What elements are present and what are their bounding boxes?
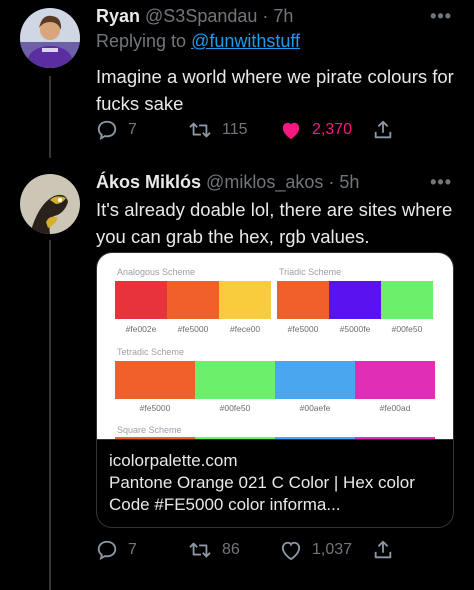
tweet-akos[interactable]: Ákos Miklós @miklos_akos · 5h ••• It's a… (0, 160, 474, 590)
hex-label: #5000fe (339, 324, 371, 334)
display-name[interactable]: Ákos Miklós (96, 172, 201, 192)
tweet-text: Imagine a world where we pirate colours … (96, 66, 454, 114)
color-swatch (115, 281, 167, 319)
retweet-icon (189, 122, 211, 138)
separator-dot: · (262, 6, 269, 26)
color-swatch (329, 281, 381, 319)
retweet-count: 86 (222, 541, 240, 558)
tweet-actions: 7 115 2,370 (96, 117, 396, 143)
timestamp[interactable]: 5h (339, 172, 359, 192)
reply-count: 7 (128, 121, 137, 138)
timestamp[interactable]: 7h (273, 6, 293, 26)
more-options-icon[interactable]: ••• (430, 172, 452, 193)
scheme-title: Tetradic Scheme (117, 347, 185, 357)
like-count: 1,037 (312, 541, 353, 558)
reply-icon (97, 540, 117, 561)
retweet-icon (189, 542, 211, 558)
link-preview-card[interactable]: Analogous Scheme Triadic Scheme #fe002e … (96, 252, 454, 528)
tweet-ryan[interactable]: Ryan @S3Spandau · 7h ••• Replying to @fu… (0, 0, 474, 160)
card-domain: icolorpalette.com (109, 451, 238, 470)
scheme-title: Analogous Scheme (117, 267, 196, 277)
replying-to-link[interactable]: @funwithstuff (191, 31, 300, 51)
like-button[interactable]: 2,370 (280, 117, 352, 143)
hex-label: #00fe50 (391, 324, 423, 334)
like-button[interactable]: 1,037 (280, 537, 352, 563)
separator-dot: · (328, 172, 335, 192)
avatar[interactable] (20, 174, 80, 234)
avatar[interactable] (20, 8, 80, 68)
hex-label: #fe002e (125, 324, 157, 334)
more-options-icon[interactable]: ••• (430, 6, 452, 27)
share-icon (374, 120, 392, 139)
tweet-header: Ákos Miklós @miklos_akos · 5h (96, 172, 359, 193)
color-swatch (167, 281, 219, 319)
tweet-actions: 7 86 1,037 (96, 537, 396, 563)
user-handle[interactable]: @S3Spandau (145, 6, 257, 26)
hex-label: #00fe50 (219, 403, 251, 413)
user-handle[interactable]: @miklos_akos (206, 172, 323, 192)
hex-label: #00aefe (299, 403, 331, 413)
display-name[interactable]: Ryan (96, 6, 140, 26)
replying-to: Replying to @funwithstuff (96, 31, 300, 52)
hex-label: #fece00 (229, 324, 261, 334)
color-swatch (275, 361, 355, 399)
retweet-count: 115 (222, 121, 248, 138)
color-swatch (115, 361, 195, 399)
scheme-title: Square Scheme (117, 425, 182, 435)
color-swatch (381, 281, 433, 319)
hex-label: #fe5000 (177, 324, 209, 334)
card-meta[interactable]: icolorpalette.com Pantone Orange 021 C C… (97, 439, 453, 527)
share-button[interactable] (372, 117, 394, 143)
reply-count: 7 (128, 541, 137, 558)
color-swatch (195, 361, 275, 399)
hex-label: #fe00ad (379, 403, 411, 413)
share-icon (374, 540, 392, 559)
card-title: Pantone Orange 021 C Color | Hex color C… (109, 473, 415, 514)
avatar-image (20, 174, 80, 234)
color-swatch (219, 281, 271, 319)
replying-prefix: Replying to (96, 31, 192, 51)
reply-icon (97, 120, 117, 141)
reply-button[interactable]: 7 (96, 117, 137, 143)
hex-label: #fe5000 (287, 324, 319, 334)
heart-icon (281, 541, 301, 560)
avatar-image (20, 8, 80, 68)
tweet-header: Ryan @S3Spandau · 7h (96, 6, 293, 27)
reply-button[interactable]: 7 (96, 537, 137, 563)
heart-icon (282, 122, 300, 140)
color-swatch (355, 361, 435, 399)
share-button[interactable] (372, 537, 394, 563)
retweet-button[interactable]: 115 (188, 117, 248, 143)
like-count: 2,370 (312, 121, 353, 138)
tweet-text: It's already doable lol, there are sites… (96, 199, 453, 247)
scheme-title: Triadic Scheme (279, 267, 342, 277)
card-image[interactable]: Analogous Scheme Triadic Scheme #fe002e … (97, 253, 453, 439)
hex-label: #fe5000 (139, 403, 171, 413)
color-swatch (277, 281, 329, 319)
retweet-button[interactable]: 86 (188, 537, 240, 563)
